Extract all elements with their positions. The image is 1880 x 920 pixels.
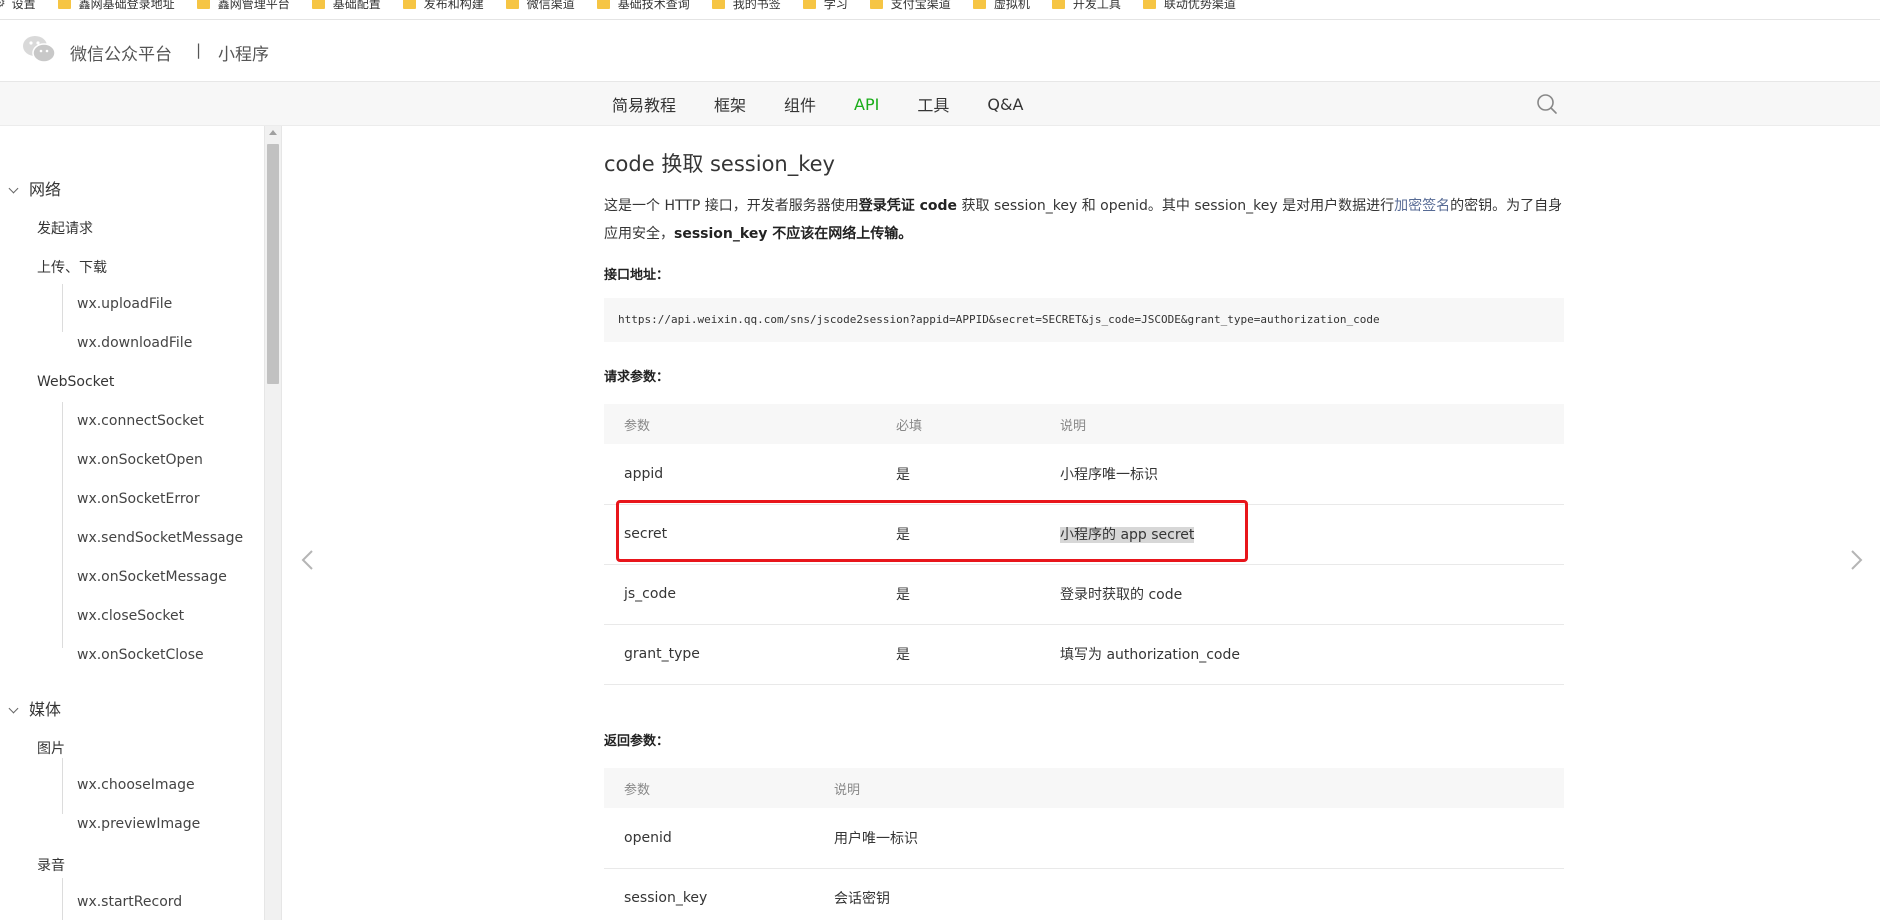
bookmark-item[interactable]: 我的书签 — [711, 0, 781, 12]
tab-framework[interactable]: 框架 — [714, 92, 746, 116]
folder-icon — [196, 0, 210, 9]
tab-components[interactable]: 组件 — [784, 92, 816, 116]
sidebar-item-chooseimage[interactable]: wx.chooseImage — [77, 777, 195, 793]
sidebar-item-startrecord[interactable]: wx.startRecord — [77, 894, 182, 910]
encryption-link[interactable]: 加密签名 — [1394, 198, 1450, 214]
folder-icon — [869, 0, 883, 9]
chevron-down-icon — [8, 703, 19, 714]
table-header: 必填 — [876, 404, 1040, 444]
next-page-arrow-icon[interactable] — [1848, 548, 1864, 572]
folder-icon — [1142, 0, 1156, 9]
response-params-label: 返回参数： — [604, 734, 670, 749]
request-params-label: 请求参数： — [604, 370, 670, 385]
folder-icon — [1051, 0, 1065, 9]
bookmark-item[interactable]: 基础配置 — [311, 0, 381, 12]
folder-icon — [311, 0, 325, 9]
table-row: secret 是 小程序的 app secret — [604, 504, 1564, 565]
folder-icon — [711, 0, 725, 9]
sidebar-category-media[interactable]: 媒体 — [8, 696, 61, 720]
folder-icon — [596, 0, 610, 9]
intro-paragraph: 这是一个 HTTP 接口，开发者服务器使用登录凭证 code 获取 sessio… — [604, 198, 1563, 242]
sidebar-item-websocket[interactable]: WebSocket — [37, 374, 114, 390]
site-header: 微信公众平台 | 小程序 — [0, 20, 1880, 82]
sidebar-item-onsocketmessage[interactable]: wx.onSocketMessage — [77, 569, 227, 585]
table-row: appid 是 小程序唯一标识 — [604, 444, 1564, 505]
bookmark-item[interactable]: 鑫网基础登录地址 — [57, 0, 175, 12]
sidebar-item-request[interactable]: 发起请求 — [37, 218, 93, 238]
sidebar-item-onsocketerror[interactable]: wx.onSocketError — [77, 491, 200, 507]
sidebar-item-upload-download[interactable]: 上传、下载 — [37, 257, 107, 277]
table-row: js_code 是 登录时获取的 code — [604, 564, 1564, 625]
prev-page-arrow-icon[interactable] — [300, 548, 316, 572]
gear-icon: ⚙ — [0, 0, 6, 11]
tree-line — [62, 878, 63, 920]
search-icon[interactable] — [1535, 92, 1559, 116]
sidebar-scrollbar[interactable] — [264, 126, 282, 920]
sidebar-item-sendsocketmessage[interactable]: wx.sendSocketMessage — [77, 530, 243, 546]
tab-tutorial[interactable]: 简易教程 — [612, 92, 676, 116]
scroll-up-arrow-icon[interactable] — [269, 130, 277, 135]
sidebar-item-closesocket[interactable]: wx.closeSocket — [77, 608, 184, 624]
nav-tabs: 简易教程 框架 组件 API 工具 Q&A — [612, 82, 1061, 126]
bookmark-settings[interactable]: ⚙ 设置 — [0, 0, 36, 12]
brand-title[interactable]: 微信公众平台 — [70, 40, 172, 65]
folder-icon — [802, 0, 816, 9]
folder-icon — [402, 0, 416, 9]
folder-icon — [505, 0, 519, 9]
table-row: grant_type 是 填写为 authorization_code — [604, 624, 1564, 685]
tab-qa[interactable]: Q&A — [987, 95, 1023, 114]
api-address-label: 接口地址： — [604, 268, 670, 283]
bookmark-item[interactable]: 基础技术查询 — [596, 0, 690, 12]
chevron-down-icon — [8, 183, 19, 194]
api-sidebar: 网络 发起请求 上传、下载 wx.uploadFile wx.downloadF… — [0, 126, 264, 920]
tree-line — [62, 758, 63, 814]
sidebar-item-record[interactable]: 录音 — [37, 855, 65, 875]
table-row: openid 用户唯一标识 — [604, 808, 1564, 869]
bookmark-item[interactable]: 开发工具 — [1051, 0, 1121, 12]
sidebar-item-connectsocket[interactable]: wx.connectSocket — [77, 413, 204, 429]
api-url-code: https://api.weixin.qq.com/sns/jscode2ses… — [604, 298, 1564, 342]
table-header: 说明 — [814, 768, 1564, 808]
page-title: code 换取 session_key — [604, 152, 835, 176]
bookmark-item[interactable]: 联动优势渠道 — [1142, 0, 1236, 12]
table-header: 参数 — [604, 404, 876, 444]
folder-icon — [972, 0, 986, 9]
tree-line — [62, 284, 63, 332]
sidebar-item-previewimage[interactable]: wx.previewImage — [77, 816, 200, 832]
tree-line — [62, 402, 63, 648]
table-row: session_key 会话密钥 — [604, 868, 1564, 920]
sidebar-item-onsocketclose[interactable]: wx.onSocketClose — [77, 647, 204, 663]
brand-separator: | — [196, 41, 202, 59]
table-header: 参数 — [604, 768, 814, 808]
folder-icon — [57, 0, 71, 9]
bookmarks-bar: ⚙ 设置 鑫网基础登录地址 鑫网管理平台 基础配置 发布和构建 微信渠道 基础技… — [0, 0, 1880, 20]
wechat-logo-icon[interactable] — [22, 34, 56, 64]
brand-subtitle[interactable]: 小程序 — [218, 40, 269, 65]
response-params-table: 参数 说明 openid 用户唯一标识 session_key 会话密钥 — [604, 768, 1564, 920]
sidebar-item-image[interactable]: 图片 — [37, 738, 65, 758]
bookmark-item[interactable]: 虚拟机 — [972, 0, 1030, 12]
scrollbar-thumb[interactable] — [267, 144, 279, 384]
bookmark-item[interactable]: 学习 — [802, 0, 848, 12]
sidebar-item-downloadfile[interactable]: wx.downloadFile — [77, 335, 192, 351]
table-header: 说明 — [1040, 404, 1564, 444]
sidebar-item-uploadfile[interactable]: wx.uploadFile — [77, 296, 172, 312]
sidebar-item-onsocketopen[interactable]: wx.onSocketOpen — [77, 452, 203, 468]
selected-text: 小程序的 app secret — [1060, 527, 1195, 543]
bookmark-item[interactable]: 微信渠道 — [505, 0, 575, 12]
request-params-table: 参数 必填 说明 appid 是 小程序唯一标识 secret 是 小程序的 a… — [604, 404, 1564, 685]
bookmark-item[interactable]: 鑫网管理平台 — [196, 0, 290, 12]
sidebar-category-network[interactable]: 网络 — [8, 176, 61, 200]
bookmark-item[interactable]: 发布和构建 — [402, 0, 484, 12]
bookmark-item[interactable]: 支付宝渠道 — [869, 0, 951, 12]
tab-tools[interactable]: 工具 — [917, 92, 949, 116]
tab-api[interactable]: API — [854, 95, 879, 114]
main-nav: 简易教程 框架 组件 API 工具 Q&A — [0, 82, 1880, 126]
